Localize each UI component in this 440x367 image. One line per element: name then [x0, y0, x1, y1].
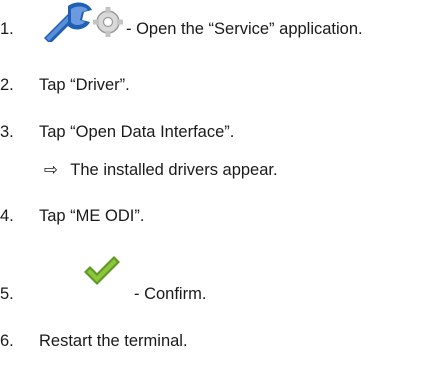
step-number: 2.: [0, 76, 14, 94]
step-3-result: ⇨ The installed drivers appear.: [44, 160, 278, 180]
step-text: Restart the terminal.: [39, 332, 188, 350]
step-4: 4. Tap “ME ODI”.: [0, 206, 440, 228]
step-number: 3.: [0, 123, 14, 141]
step-number: 6.: [0, 332, 14, 350]
step-text: - Open the “Service” application.: [126, 20, 363, 38]
service-wrench-icon: [38, 0, 132, 47]
step-text: Tap “Open Data Interface”.: [39, 123, 235, 141]
step-text: Tap “Driver”.: [39, 76, 130, 94]
step-number: 1.: [0, 20, 14, 38]
result-arrow-icon: ⇨: [44, 161, 58, 179]
step-1: 1. - Open the “Service” application.: [0, 2, 440, 45]
confirm-checkmark-icon: [82, 254, 122, 293]
step-5: 5. - Confirm.: [0, 256, 440, 306]
step-number: 4.: [0, 207, 14, 225]
step-6: 6. Restart the terminal.: [0, 331, 440, 353]
step-3: 3. Tap “Open Data Interface”.: [0, 122, 440, 144]
result-text: The installed drivers appear.: [70, 161, 278, 179]
step-number: 5.: [0, 285, 14, 303]
step-text: Tap “ME ODI”.: [39, 207, 145, 225]
step-2: 2. Tap “Driver”.: [0, 75, 440, 97]
step-text: - Confirm.: [134, 285, 207, 303]
